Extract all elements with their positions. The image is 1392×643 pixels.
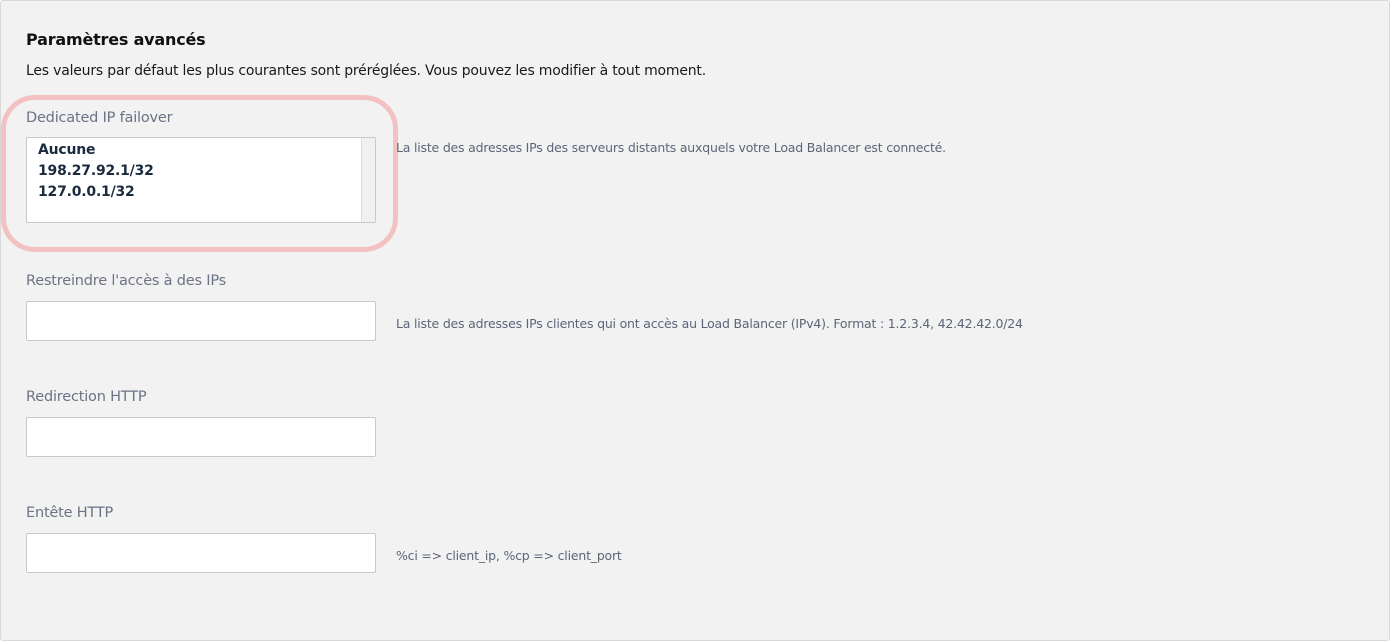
advanced-settings-panel: Paramètres avancés Les valeurs par défau… (0, 0, 1390, 641)
restrict-label: Restreindre l'accès à des IPs (26, 273, 226, 289)
failover-listbox-scrollbar[interactable] (361, 138, 375, 222)
failover-label: Dedicated IP failover (26, 110, 173, 126)
section-subtitle: Les valeurs par défaut les plus courante… (26, 63, 706, 79)
failover-option-ip-1[interactable]: 198.27.92.1/32 (38, 161, 357, 182)
header-help-text: %ci => client_ip, %cp => client_port (396, 548, 622, 563)
failover-options: Aucune 198.27.92.1/32 127.0.0.1/32 (38, 140, 357, 203)
http-header-input[interactable] (26, 533, 376, 573)
redirect-http-input[interactable] (26, 417, 376, 457)
failover-option-none[interactable]: Aucune (38, 140, 357, 161)
failover-listbox[interactable]: Aucune 198.27.92.1/32 127.0.0.1/32 (26, 137, 376, 223)
failover-help-text: La liste des adresses IPs des serveurs d… (396, 140, 946, 155)
section-title: Paramètres avancés (26, 30, 206, 49)
failover-option-ip-2[interactable]: 127.0.0.1/32 (38, 182, 357, 203)
restrict-help-text: La liste des adresses IPs clientes qui o… (396, 316, 1023, 331)
header-label: Entête HTTP (26, 505, 114, 521)
restrict-ip-input[interactable] (26, 301, 376, 341)
redirect-label: Redirection HTTP (26, 389, 147, 405)
